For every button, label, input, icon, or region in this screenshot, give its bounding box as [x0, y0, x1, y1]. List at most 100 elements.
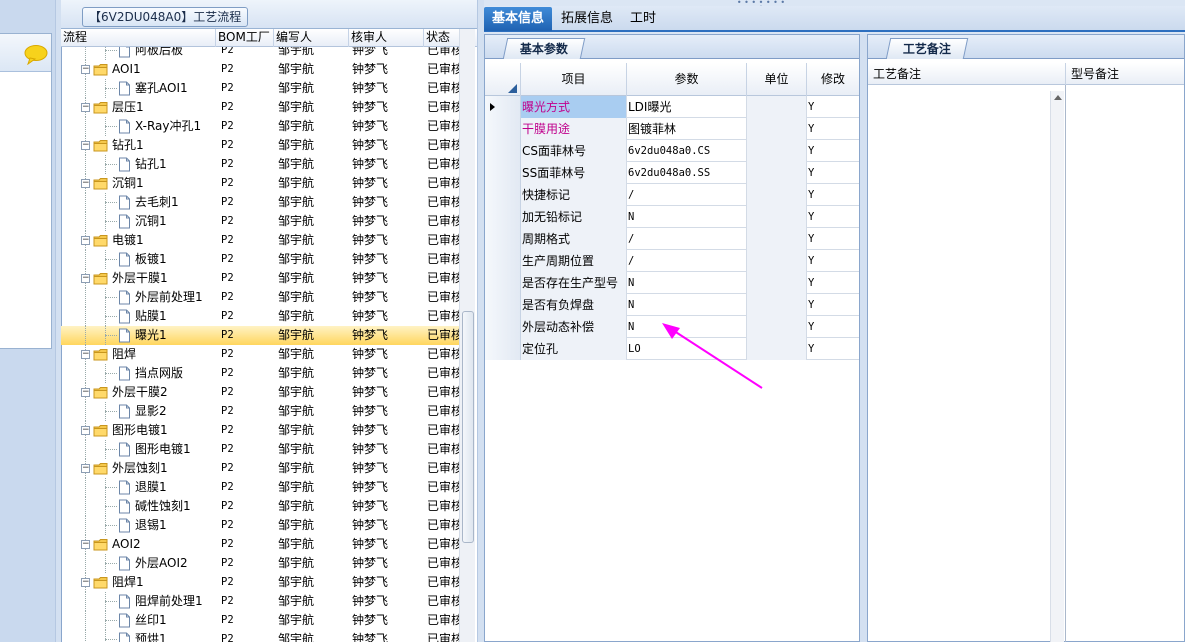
param-value-cell[interactable]: N — [627, 206, 747, 228]
params-row[interactable]: 是否存在生产型号 N Y — [485, 272, 859, 294]
tree-row[interactable]: 外层前处理1 P2 邹宇航 钟梦飞 已审核 — [61, 288, 459, 307]
collapse-icon[interactable]: − — [81, 350, 90, 359]
param-value-cell[interactable]: N — [627, 294, 747, 316]
notes-col-model[interactable]: 型号备注 — [1066, 63, 1184, 85]
tree-row[interactable]: − 阻焊 P2 邹宇航 钟梦飞 已审核 — [61, 345, 459, 364]
tree-node[interactable]: − AOI1 — [81, 60, 216, 79]
collapse-icon[interactable]: − — [81, 540, 90, 549]
tree-node[interactable]: 板镀1 — [118, 250, 216, 269]
tree-row[interactable]: 钻孔1 P2 邹宇航 钟梦飞 已审核 — [61, 155, 459, 174]
tree-row[interactable]: 退锡1 P2 邹宇航 钟梦飞 已审核 — [61, 516, 459, 535]
tree-row[interactable]: 退膜1 P2 邹宇航 钟梦飞 已审核 — [61, 478, 459, 497]
params-row[interactable]: 曝光方式 LDI曝光 Y — [485, 96, 859, 118]
tree-row[interactable]: 板镀1 P2 邹宇航 钟梦飞 已审核 — [61, 250, 459, 269]
subtab-process-notes[interactable]: 工艺备注 — [885, 38, 969, 59]
tree-node[interactable]: − 钻孔1 — [81, 136, 216, 155]
notes-col-process[interactable]: 工艺备注 — [868, 63, 1066, 85]
row-header[interactable] — [485, 316, 521, 338]
tree-row[interactable]: − 外层干膜2 P2 邹宇航 钟梦飞 已审核 — [61, 383, 459, 402]
tree-node[interactable]: − 层压1 — [81, 98, 216, 117]
tree-node[interactable]: 退膜1 — [118, 478, 216, 497]
tree-row[interactable]: 曝光1 P2 邹宇航 钟梦飞 已审核 — [61, 326, 459, 345]
tab-extended-info[interactable]: 拓展信息 — [553, 7, 621, 31]
tree-node[interactable]: 图形电镀1 — [118, 440, 216, 459]
tree-node[interactable]: − 电镀1 — [81, 231, 216, 250]
current-row-indicator-icon[interactable] — [485, 96, 521, 118]
param-value-cell[interactable]: 6v2du048a0.CS — [627, 140, 747, 162]
params-row[interactable]: 干膜用途 图镀菲林 Y — [485, 118, 859, 140]
tree-node[interactable]: 钻孔1 — [118, 155, 216, 174]
params-col-item[interactable]: 项目 — [521, 63, 627, 96]
tree-col-writer[interactable]: 编写人 — [274, 29, 349, 47]
collapse-icon[interactable]: − — [81, 236, 90, 245]
tree-node[interactable]: 沉铜1 — [118, 212, 216, 231]
tree-node[interactable]: 去毛刺1 — [118, 193, 216, 212]
row-header[interactable] — [485, 162, 521, 184]
collapse-icon[interactable]: − — [81, 464, 90, 473]
tree-row[interactable]: − 钻孔1 P2 邹宇航 钟梦飞 已审核 — [61, 136, 459, 155]
param-value-cell[interactable]: LDI曝光 — [627, 96, 747, 118]
params-row[interactable]: SS面菲林号 6v2du048a0.SS Y — [485, 162, 859, 184]
tree-node[interactable]: − 外层干膜2 — [81, 383, 216, 402]
tree-node[interactable]: 挡点网版 — [118, 364, 216, 383]
notes-scrollbar[interactable] — [1050, 91, 1064, 642]
row-header[interactable] — [485, 140, 521, 162]
tree-row[interactable]: − 电镀1 P2 邹宇航 钟梦飞 已审核 — [61, 231, 459, 250]
tree-row[interactable]: 阻焊前处理1 P2 邹宇航 钟梦飞 已审核 — [61, 592, 459, 611]
tree-col-bom[interactable]: BOM工厂 — [216, 29, 274, 47]
grid-corner-icon[interactable] — [485, 63, 521, 96]
params-row[interactable]: 快捷标记 / Y — [485, 184, 859, 206]
param-value-cell[interactable]: / — [627, 228, 747, 250]
param-value-cell[interactable]: N — [627, 272, 747, 294]
tree-node[interactable]: 显影2 — [118, 402, 216, 421]
param-value-cell[interactable]: 图镀菲林 — [627, 118, 747, 140]
row-header[interactable] — [485, 272, 521, 294]
row-header[interactable] — [485, 206, 521, 228]
tree-node[interactable]: − 阻焊1 — [81, 573, 216, 592]
middle-splitter[interactable] — [477, 0, 484, 642]
param-value-cell[interactable]: / — [627, 250, 747, 272]
tree-node[interactable]: 外层前处理1 — [118, 288, 216, 307]
right-splitter[interactable] — [860, 34, 867, 642]
tree-node[interactable]: 预烘1 — [118, 630, 216, 642]
tree-row[interactable]: 贴膜1 P2 邹宇航 钟梦飞 已审核 — [61, 307, 459, 326]
tree-node[interactable]: − 沉铜1 — [81, 174, 216, 193]
tree-row[interactable]: − 层压1 P2 邹宇航 钟梦飞 已审核 — [61, 98, 459, 117]
tree-node[interactable]: − 图形电镀1 — [81, 421, 216, 440]
collapse-icon[interactable]: − — [81, 388, 90, 397]
tree-row[interactable]: 丝印1 P2 邹宇航 钟梦飞 已审核 — [61, 611, 459, 630]
params-row[interactable]: 生产周期位置 / Y — [485, 250, 859, 272]
row-header[interactable] — [485, 228, 521, 250]
speech-bubble-icon[interactable] — [24, 45, 48, 65]
param-value-cell[interactable]: 6v2du048a0.SS — [627, 162, 747, 184]
tree-row[interactable]: 外层AOI2 P2 邹宇航 钟梦飞 已审核 — [61, 554, 459, 573]
tree-node[interactable]: − 外层蚀刻1 — [81, 459, 216, 478]
param-value-cell[interactable]: / — [627, 184, 747, 206]
tree-node[interactable]: 阿板后板 — [118, 47, 216, 60]
row-header[interactable] — [485, 118, 521, 140]
params-col-unit[interactable]: 单位 — [747, 63, 807, 96]
tab-basic-info[interactable]: 基本信息 — [484, 7, 553, 31]
tree-row[interactable]: − AOI2 P2 邹宇航 钟梦飞 已审核 — [61, 535, 459, 554]
tree-row[interactable]: − 外层蚀刻1 P2 邹宇航 钟梦飞 已审核 — [61, 459, 459, 478]
tree-node[interactable]: 碱性蚀刻1 — [118, 497, 216, 516]
tree-row[interactable]: X-Ray冲孔1 P2 邹宇航 钟梦飞 已审核 — [61, 117, 459, 136]
subtab-basic-params[interactable]: 基本参数 — [502, 38, 586, 59]
param-value-cell[interactable]: LO — [627, 338, 747, 360]
tree-col-flow[interactable]: 流程 — [61, 29, 216, 47]
tree-node[interactable]: − 阻焊 — [81, 345, 216, 364]
tree-node[interactable]: 贴膜1 — [118, 307, 216, 326]
params-row[interactable]: 周期格式 / Y — [485, 228, 859, 250]
tree-row[interactable]: − 外层干膜1 P2 邹宇航 钟梦飞 已审核 — [61, 269, 459, 288]
tree-row[interactable]: − 阻焊1 P2 邹宇航 钟梦飞 已审核 — [61, 573, 459, 592]
tree-col-status[interactable]: 状态 — [424, 29, 459, 47]
collapse-icon[interactable]: − — [81, 103, 90, 112]
tree-node[interactable]: 塞孔AOI1 — [118, 79, 216, 98]
params-row[interactable]: 是否有负焊盘 N Y — [485, 294, 859, 316]
tree-row[interactable]: − AOI1 P2 邹宇航 钟梦飞 已审核 — [61, 60, 459, 79]
tree-row[interactable]: 碱性蚀刻1 P2 邹宇航 钟梦飞 已审核 — [61, 497, 459, 516]
process-notes-textarea[interactable] — [868, 85, 1066, 642]
params-row[interactable]: 外层动态补偿 N Y — [485, 316, 859, 338]
collapse-icon[interactable]: − — [81, 65, 90, 74]
collapse-icon[interactable]: − — [81, 274, 90, 283]
